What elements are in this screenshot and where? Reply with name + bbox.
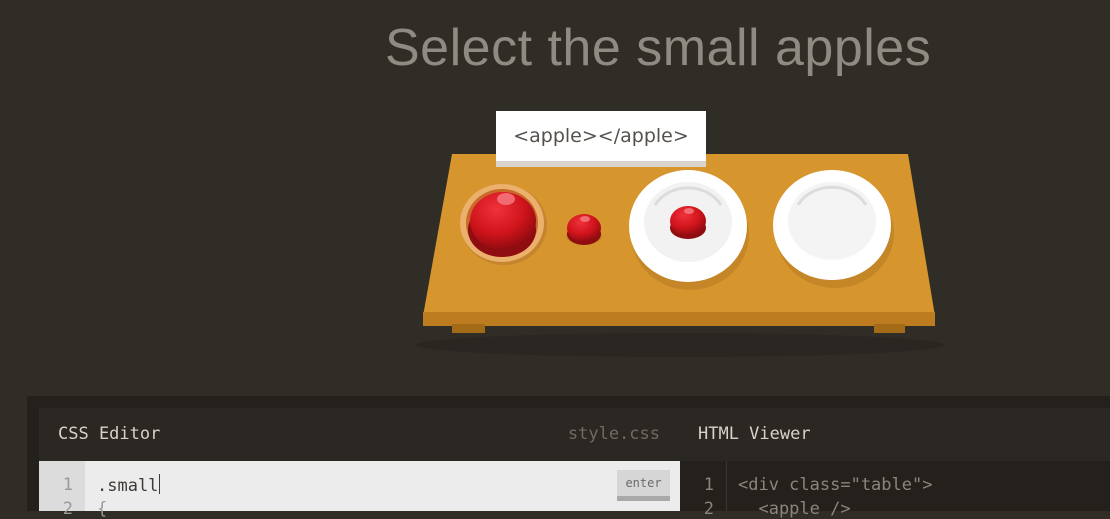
css-selector-input[interactable]: .small	[97, 474, 161, 496]
css-editor-header: CSS Editor style.css	[39, 408, 680, 460]
apple-small-on-plate[interactable]	[670, 206, 706, 239]
html-viewer: HTML Viewer 1 2 <div class="table"> <app…	[680, 408, 1110, 519]
line-number: 2	[703, 499, 714, 519]
css-editor-filename: style.css	[567, 424, 660, 444]
text-caret	[159, 474, 161, 494]
element-tooltip: <apple></apple>	[496, 111, 706, 161]
css-line-gutter: 1 2	[39, 461, 85, 519]
html-code-area: 1 2 <div class="table"> <apple />	[680, 461, 1110, 519]
css-code-area[interactable]: 1 2 .small { enter	[39, 461, 680, 519]
enter-button[interactable]: enter	[617, 470, 670, 501]
html-viewer-header: HTML Viewer	[680, 408, 1110, 460]
table-shadow	[415, 333, 945, 357]
table-scene	[415, 154, 945, 357]
css-line-2: {	[97, 499, 108, 519]
html-line-2[interactable]: <apple />	[738, 499, 850, 519]
css-editor-title: CSS Editor	[58, 424, 161, 444]
line-number: 2	[62, 499, 73, 519]
html-viewer-title: HTML Viewer	[698, 424, 811, 444]
html-line-gutter: 1 2	[680, 461, 727, 519]
apple-small[interactable]	[566, 214, 602, 245]
line-number: 1	[62, 475, 73, 495]
line-number: 1	[703, 475, 714, 495]
css-editor: CSS Editor style.css 1 2 .small { enter	[39, 408, 680, 519]
html-line-1[interactable]: <div class="table">	[738, 475, 932, 495]
css-selector-value: .small	[97, 476, 159, 496]
